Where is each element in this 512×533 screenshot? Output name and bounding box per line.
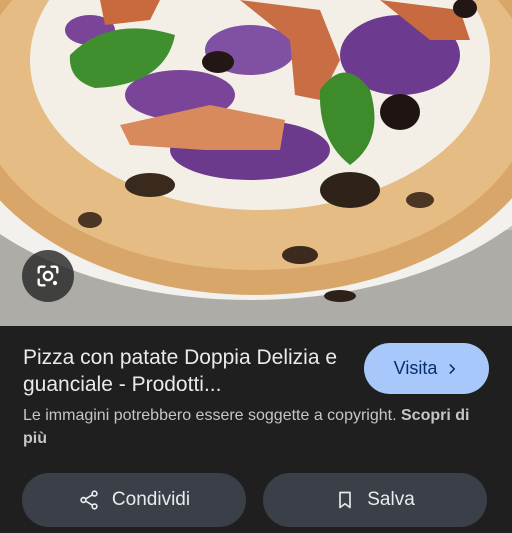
visit-label: Visita [393,358,438,378]
google-lens-button[interactable] [22,250,74,302]
pizza-photo [0,0,512,326]
share-icon [80,490,98,510]
visit-button[interactable]: Visita [364,343,489,394]
save-label: Salva [367,489,415,510]
result-title[interactable]: Pizza con patate Doppia Delizia e guanci… [23,344,353,398]
result-info-panel: Pizza con patate Doppia Delizia e guanci… [0,326,512,527]
chevron-right-icon [449,363,456,374]
pizza-image[interactable] [0,0,512,326]
copyright-text: Le immagini potrebbero essere soggette a… [23,407,397,424]
bookmark-icon [339,491,352,509]
save-button[interactable]: Salva [263,473,487,527]
copyright-notice: Le immagini potrebbero essere soggette a… [23,404,488,450]
share-button[interactable]: Condividi [22,473,246,527]
action-bar: Condividi Salva [0,473,512,533]
share-label: Condividi [111,489,191,510]
google-lens-icon [37,265,59,287]
